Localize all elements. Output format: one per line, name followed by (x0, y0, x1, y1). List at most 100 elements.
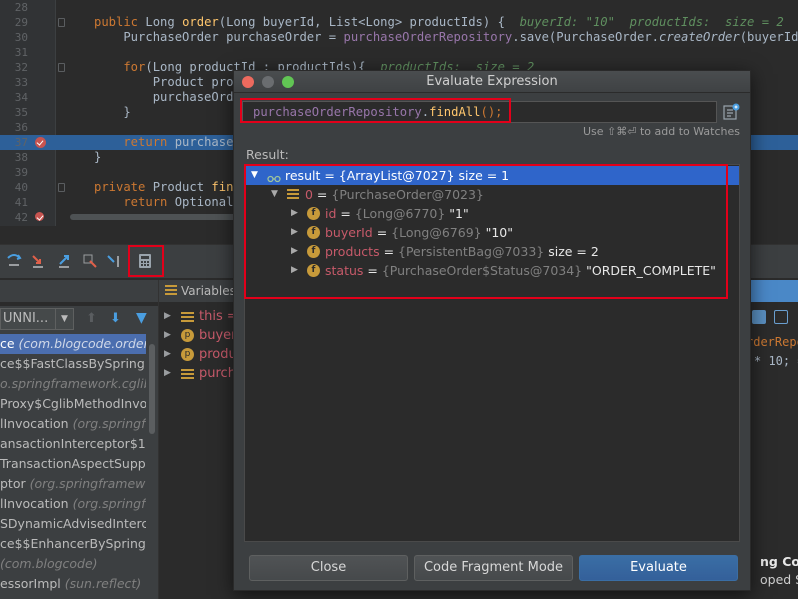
step-out-icon[interactable] (56, 253, 72, 269)
line-number: 29 (14, 16, 28, 29)
variables-list-icon (165, 285, 177, 296)
expand-arrow-icon[interactable]: ▶ (164, 307, 171, 326)
expand-arrow-icon[interactable]: ▶ (164, 364, 171, 383)
line-number: 31 (14, 46, 28, 59)
stack-frame[interactable]: ansactionInterceptor$1 (0, 434, 146, 454)
expand-arrow-icon[interactable]: ▶ (164, 345, 171, 364)
line-number: 37 (14, 136, 28, 149)
code-text: Product prod (94, 75, 241, 89)
panel-tool-icon[interactable] (752, 310, 766, 324)
stack-frame[interactable]: ce$$EnhancerBySpringC (0, 534, 146, 554)
frames-scrollbar[interactable] (146, 334, 158, 599)
notification-title: ng Confic (760, 554, 798, 569)
code-text: return purchaseO (94, 135, 241, 149)
breakpoint-icon[interactable] (35, 137, 46, 148)
panel-layout-icon[interactable] (774, 310, 788, 324)
line-number: 34 (14, 91, 28, 104)
stack-frame[interactable]: SDynamicAdvisedIntercep (0, 514, 146, 534)
code-text: purchaseOrde (94, 90, 241, 104)
filter-icon[interactable]: ▼ (136, 310, 147, 326)
code-text: private Product find (94, 180, 241, 194)
arrow-down-icon[interactable]: ⬇ (110, 311, 121, 326)
result-label: Result: (246, 147, 289, 162)
variable-row[interactable]: ▶ this = (159, 307, 239, 326)
variables-header: Variables (159, 280, 239, 302)
object-list-icon (181, 310, 194, 323)
stack-frame[interactable]: Proxy$CglibMethodInvo (0, 394, 146, 414)
frames-toolbar: UNNI... ▼ ⬆ ⬇ ▼ (0, 306, 158, 334)
code-text: } (94, 150, 102, 164)
code-fragment-mode-button[interactable]: Code Fragment Mode (414, 555, 573, 581)
code-text: PurchaseOrder purchaseOrder = purchaseOr… (94, 30, 798, 44)
code-line: 30 PurchaseOrder purchaseOrder = purchas… (0, 30, 798, 45)
step-into-icon[interactable] (30, 253, 46, 269)
stack-frame[interactable]: TransactionAspectSupp (0, 454, 146, 474)
line-number: 38 (14, 151, 28, 164)
zoom-window-icon[interactable] (282, 76, 294, 88)
result-highlight (244, 164, 728, 299)
thread-selector-label: UNNI... (3, 311, 49, 326)
stack-frame[interactable]: essorImpl (sun.reflect) (0, 574, 146, 594)
stack-frame[interactable]: ce (com.blogcode.order (0, 334, 146, 354)
code-text: } (94, 105, 131, 119)
fold-marker-icon[interactable] (58, 63, 65, 72)
line-number: 33 (14, 76, 28, 89)
variable-name: purch (199, 366, 236, 381)
close-button[interactable]: Close (249, 555, 408, 581)
code-text: return Optional. (94, 195, 241, 209)
dialog-title: Evaluate Expression (426, 74, 558, 89)
code-line: 28 (0, 0, 798, 15)
stack-frame[interactable]: ce$$FastClassBySpring (0, 354, 146, 374)
notification-text: oped Spr (760, 572, 798, 587)
chevron-down-icon[interactable]: ▼ (55, 309, 73, 329)
stack-frame[interactable]: ptor (org.springframew (0, 474, 146, 494)
object-list-icon (181, 367, 194, 380)
dialog-titlebar[interactable]: Evaluate Expression (234, 71, 750, 93)
close-window-icon[interactable] (242, 76, 254, 88)
right-code-fragment-2: * 10; = (754, 354, 798, 368)
variable-row[interactable]: ▶ p produ (159, 345, 239, 364)
variable-row[interactable]: ▶ p buyer (159, 326, 239, 345)
variables-header-label: Variables (181, 284, 236, 298)
variables-panel: Variables ▶ this = ▶ p buyer ▶ p produ ▶ purch (158, 280, 239, 599)
expression-highlight (240, 98, 511, 123)
frames-list[interactable]: ce (com.blogcode.order ce$$FastClassBySpr… (0, 334, 146, 599)
minimize-window-icon[interactable] (262, 76, 274, 88)
stack-frame[interactable]: lInvocation (org.springf (0, 414, 146, 434)
line-number: 36 (14, 121, 28, 134)
code-line: 31 (0, 45, 798, 60)
frames-header (0, 280, 158, 302)
run-to-cursor-icon[interactable] (106, 253, 122, 269)
parameter-icon: p (181, 348, 194, 361)
frames-scroll-thumb[interactable] (149, 344, 155, 434)
variable-name: buyer (199, 328, 237, 343)
parameter-icon: p (181, 329, 194, 342)
variable-row[interactable]: ▶ purch (159, 364, 239, 383)
stack-frame[interactable]: lInvocation (org.springf (0, 494, 146, 514)
fold-marker-icon[interactable] (58, 183, 65, 192)
line-number: 28 (14, 1, 28, 14)
variable-name: produ (199, 347, 237, 362)
line-number: 30 (14, 31, 28, 44)
step-over-icon[interactable] (6, 253, 22, 269)
stack-frame[interactable]: (com.blogcode) (0, 554, 146, 574)
stack-frame[interactable]: o.springframework.cglib (0, 374, 146, 394)
line-number: 32 (14, 61, 28, 74)
evaluate-button[interactable]: Evaluate (579, 555, 738, 581)
variable-name: this = (199, 309, 238, 324)
line-number: 40 (14, 181, 28, 194)
expand-arrow-icon[interactable]: ▶ (164, 326, 171, 345)
code-line: 29 public Long order(Long buyerId, List<L… (0, 15, 798, 30)
evaluate-expression-dialog: Evaluate Expression purchaseOrderReposit… (233, 70, 751, 591)
line-number: 39 (14, 166, 28, 179)
code-text: public Long order(Long buyerId, List<Lon… (94, 15, 784, 29)
fold-marker-icon[interactable] (58, 18, 65, 27)
add-to-watches-hint: Use ⇧⌘⏎ to add to Watches (582, 125, 740, 138)
expand-editor-icon[interactable] (722, 103, 740, 121)
thread-selector[interactable]: UNNI... ▼ (0, 308, 74, 330)
arrow-up-icon[interactable]: ⬆ (86, 311, 97, 326)
breakpoint-icon[interactable] (35, 212, 44, 221)
line-number: 35 (14, 106, 28, 119)
drop-frame-icon[interactable] (82, 253, 98, 269)
line-number: 42 (14, 211, 28, 224)
